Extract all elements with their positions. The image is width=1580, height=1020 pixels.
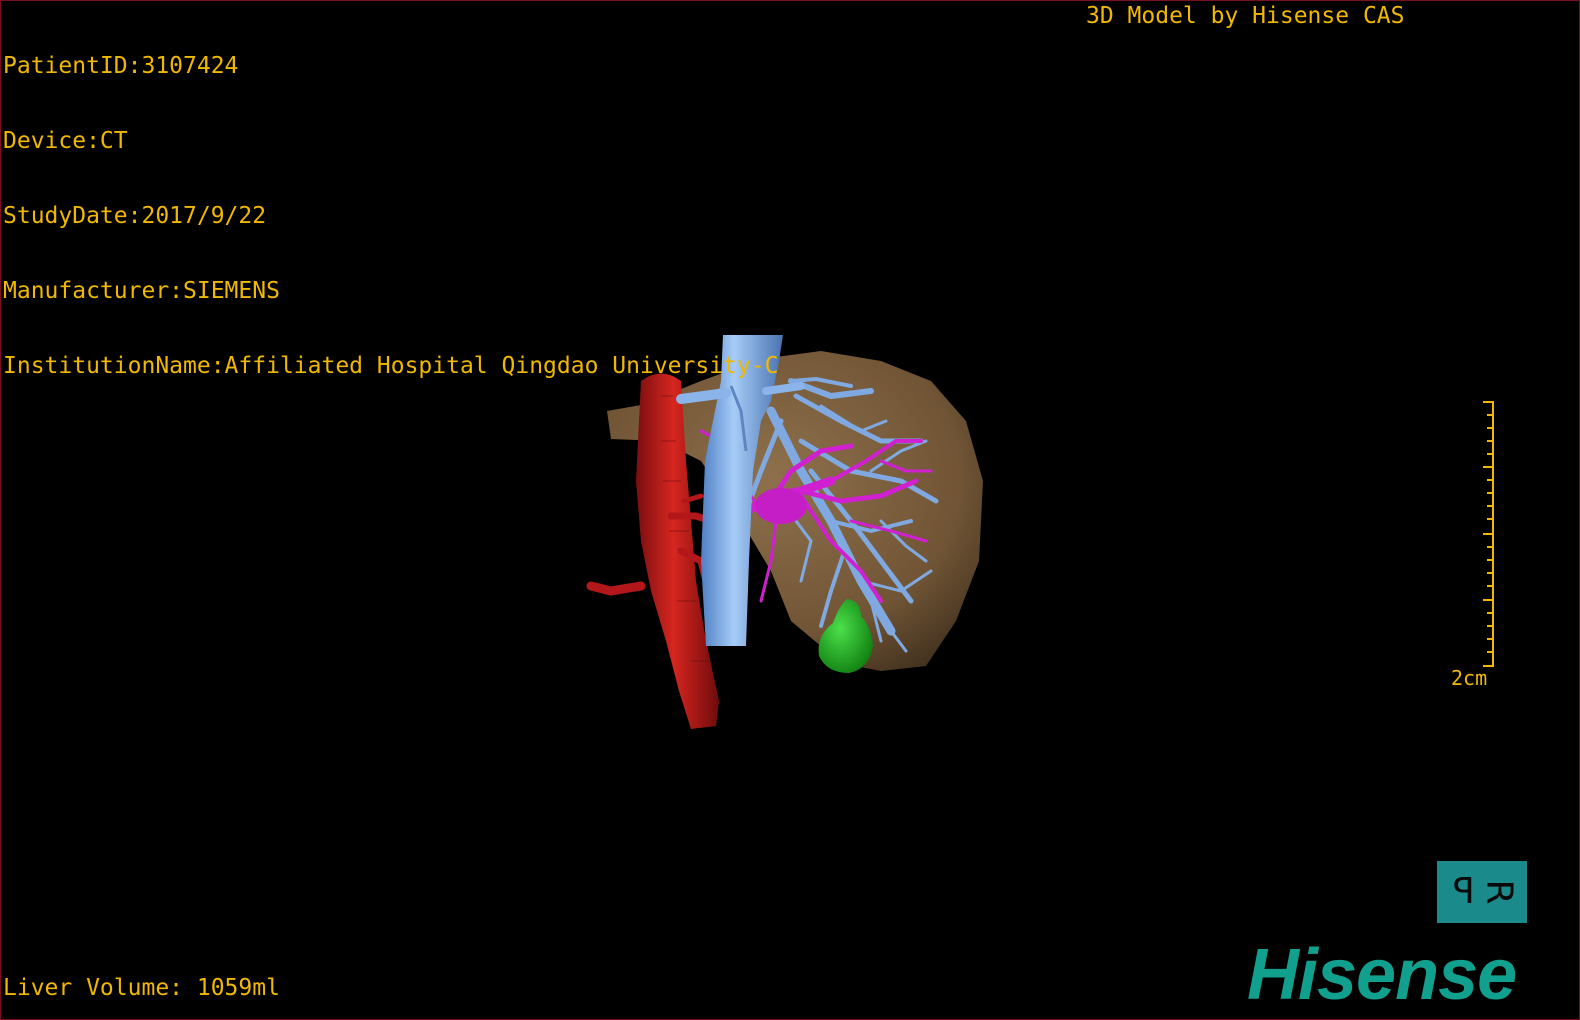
orientation-posterior-label: P xyxy=(1452,871,1475,912)
study-date-text: StudyDate:2017/9/22 xyxy=(3,203,267,229)
hisense-logo: Hisense xyxy=(1247,935,1517,1015)
model-credit-text: 3D Model by Hisense CAS xyxy=(1086,3,1405,29)
portal-vein-trunk xyxy=(755,488,807,524)
scale-label: 2cm xyxy=(1451,666,1488,690)
liver-volume-text: Liver Volume: 1059ml xyxy=(3,975,280,1001)
orientation-right-label: R xyxy=(1478,879,1520,905)
scale-ruler-icon xyxy=(1483,401,1494,667)
manufacturer-text: Manufacturer:SIEMENS xyxy=(3,278,280,304)
orientation-cube-icon[interactable]: P R xyxy=(1437,861,1527,923)
dicom-info-overlay: PatientID:3107424 Device:CT StudyDate:20… xyxy=(3,4,778,429)
device-text: Device:CT xyxy=(3,128,128,154)
patient-id-text: PatientID:3107424 xyxy=(3,53,239,79)
institution-text: InstitutionName:Affiliated Hospital Qing… xyxy=(3,353,779,379)
3d-viewport[interactable]: PatientID:3107424 Device:CT StudyDate:20… xyxy=(0,0,1580,1020)
